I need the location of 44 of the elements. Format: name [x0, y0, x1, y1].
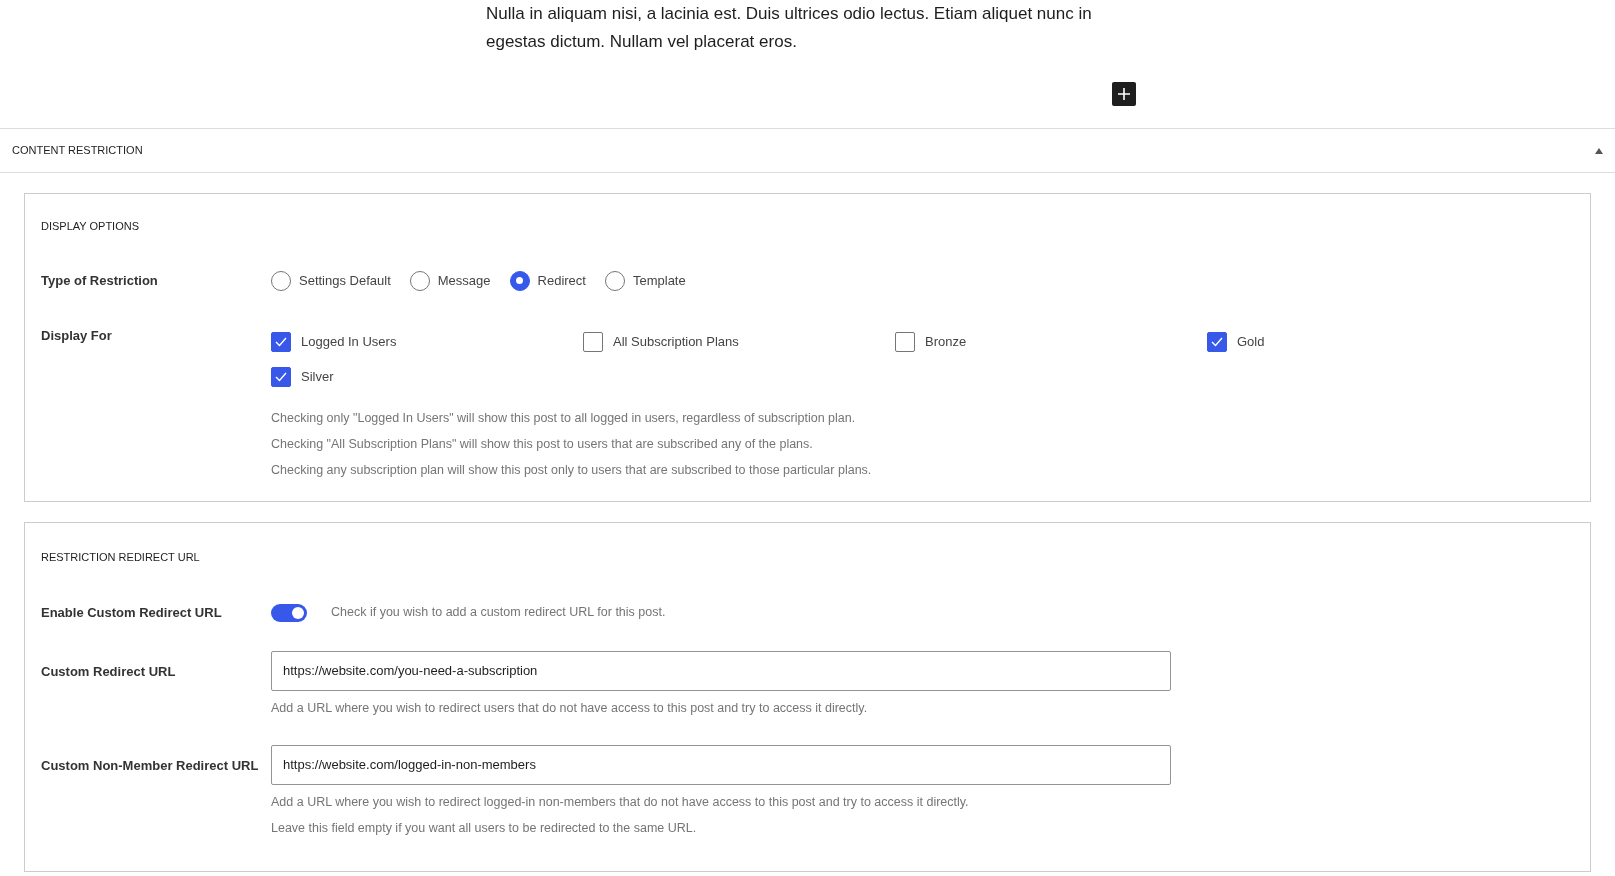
radio-button[interactable]	[409, 270, 430, 291]
url-input-field[interactable]: https://website.com/you-need-a-subscription	[271, 650, 1171, 691]
checkbox[interactable]	[895, 331, 915, 352]
help-text: Add a URL where you wish to redirect users that do not have access to this post and try to access it directly.	[271, 699, 869, 717]
radio-label: Redirect	[537, 271, 586, 290]
checkbox-label: Gold	[1237, 332, 1265, 351]
checkbox-label: All Subscription Plans	[613, 332, 739, 351]
radio-label: Template	[632, 271, 686, 290]
radio-button[interactable]	[271, 270, 291, 291]
url-input-field[interactable]: https://website.com/logged-in-non-members	[271, 744, 1171, 785]
radio-button[interactable]	[604, 270, 625, 291]
checkbox[interactable]	[271, 331, 291, 352]
help-text: Check if you wish to add a custom redirect URL for this post.	[331, 604, 666, 622]
section-heading: RESTRICTION REDIRECT URL	[41, 549, 201, 565]
help-text: Checking any subscription plan will show this post only to users that are subscribed to those particular plans.	[271, 461, 873, 479]
checkmark-icon	[275, 371, 287, 382]
field-label: Custom Non-Member Redirect URL	[41, 756, 260, 775]
plus-icon	[1118, 88, 1130, 100]
field-label: Type of Restriction	[41, 271, 159, 290]
toggle-switch[interactable]	[271, 603, 307, 622]
checkbox[interactable]	[271, 366, 291, 387]
checkbox[interactable]	[583, 331, 603, 352]
body-paragraph: Nulla in aliquam nisi, a lacinia est. Duis ultrices odio lectus. Etiam aliquet nunc in egestas dictum. Nullam vel placerat eros.	[486, 3, 1093, 53]
panel-header[interactable]: CONTENT RESTRICTION	[0, 128, 1615, 173]
radio-label: Settings Default	[299, 271, 391, 290]
checkbox-label: Silver	[301, 367, 334, 386]
section-heading: DISPLAY OPTIONS	[41, 219, 140, 234]
field-label: Enable Custom Redirect URL	[41, 604, 223, 622]
checkmark-icon	[1211, 336, 1223, 347]
checkbox-label: Bronze	[925, 332, 967, 351]
panel-title: CONTENT RESTRICTION	[12, 143, 143, 159]
help-text: Checking only "Logged In Users" will show this post to all logged in users, regardless of subscription plan.	[271, 409, 857, 427]
add-block-button[interactable]	[1112, 82, 1136, 106]
radio-button[interactable]	[509, 270, 530, 291]
radio-label: Message	[437, 271, 491, 290]
help-text: Add a URL where you wish to redirect logged-in non-members that do not have access to this post and try to access it directly.	[271, 793, 970, 811]
help-text: Leave this field empty if you want all users to be redirected to the same URL.	[271, 819, 698, 837]
field-label: Display For	[41, 326, 113, 345]
collapse-arrow-icon[interactable]	[1595, 147, 1603, 154]
checkmark-icon	[275, 336, 287, 347]
checkbox-label: Logged In Users	[301, 332, 397, 351]
help-text: Checking "All Subscription Plans" will show this post to users that are subscribed any of the plans.	[271, 435, 814, 453]
field-label: Custom Redirect URL	[41, 662, 177, 681]
checkbox[interactable]	[1207, 331, 1227, 352]
